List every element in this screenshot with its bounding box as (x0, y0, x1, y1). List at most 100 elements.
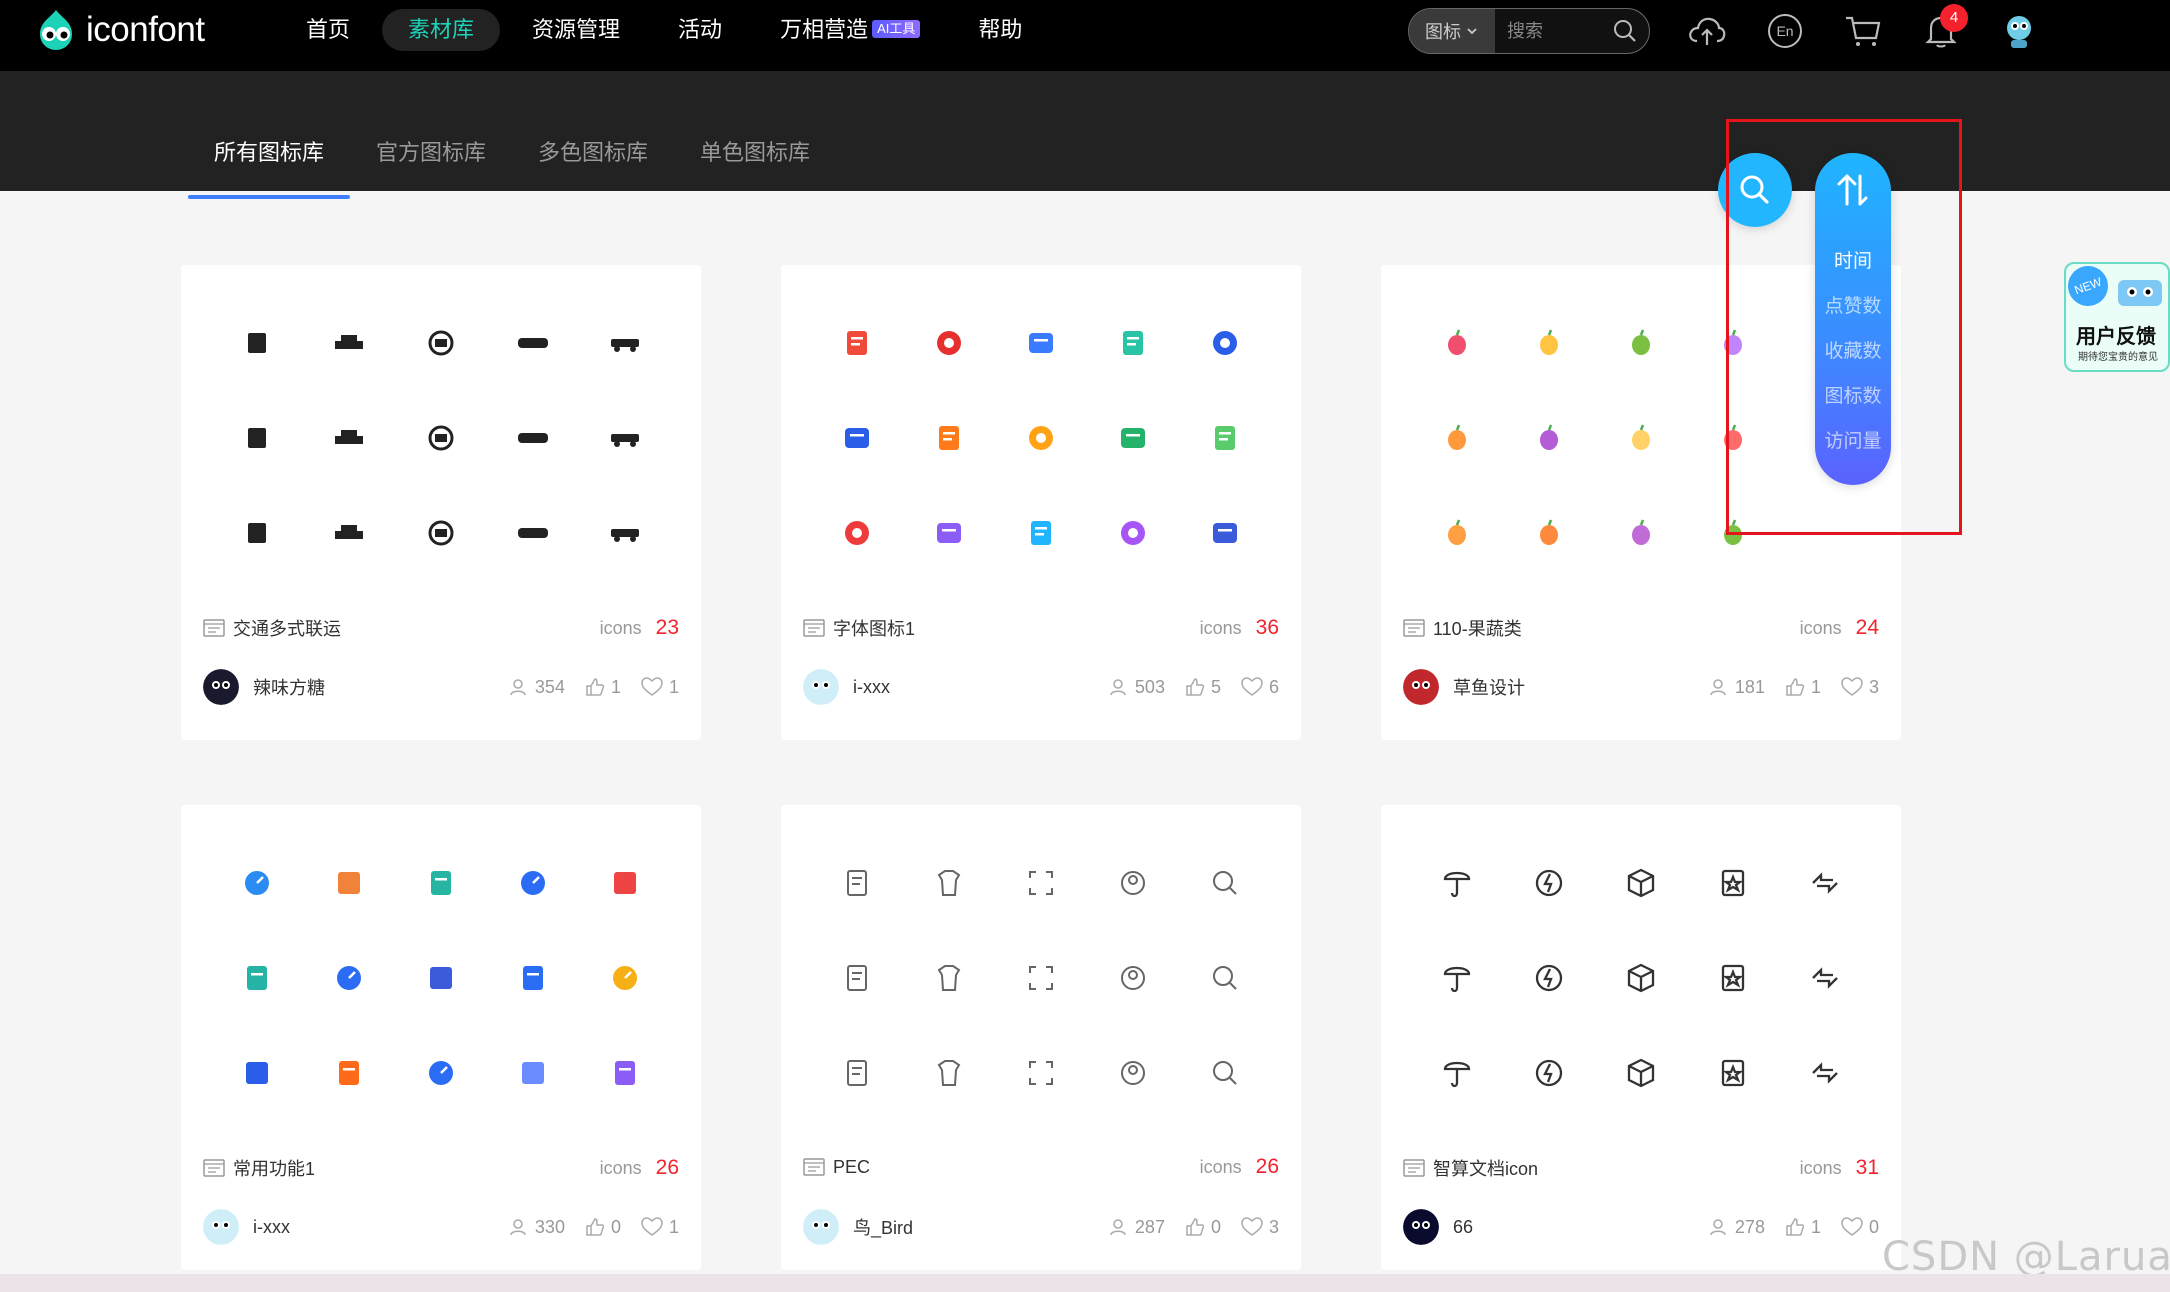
icon-preview-cell[interactable] (487, 390, 579, 485)
icon-preview-cell[interactable] (1179, 1025, 1271, 1120)
icon-preview-cell[interactable] (1179, 930, 1271, 1025)
likes-stat[interactable]: 1 (1785, 1217, 1821, 1238)
icon-preview-cell[interactable] (395, 390, 487, 485)
author-avatar[interactable] (803, 1209, 839, 1245)
icon-preview-cell[interactable] (579, 835, 671, 930)
author-avatar[interactable] (803, 669, 839, 705)
icon-preview-cell[interactable] (1411, 485, 1503, 580)
icon-preview-cell[interactable] (579, 390, 671, 485)
cart-icon[interactable] (1842, 10, 1884, 52)
icon-preview-cell[interactable] (211, 1025, 303, 1120)
likes-stat[interactable]: 0 (585, 1217, 621, 1238)
favorites-stat[interactable]: 6 (1241, 677, 1279, 698)
icon-preview-cell[interactable] (1779, 1025, 1871, 1120)
nav-item-wanxiang[interactable]: 万相营造 AI工具 (754, 9, 946, 51)
icon-preview-cell[interactable] (579, 930, 671, 1025)
likes-stat[interactable]: 5 (1185, 677, 1221, 698)
icon-preview-cell[interactable] (1595, 835, 1687, 930)
icon-preview-cell[interactable] (995, 295, 1087, 390)
likes-stat[interactable]: 1 (1785, 677, 1821, 698)
icon-preview-cell[interactable] (1779, 485, 1871, 580)
sort-option-visits[interactable]: 访问量 (1815, 419, 1891, 464)
icon-preview-cell[interactable] (303, 835, 395, 930)
nav-item-home[interactable]: 首页 (280, 9, 376, 51)
icon-preview-cell[interactable] (995, 485, 1087, 580)
icon-preview-cell[interactable] (811, 390, 903, 485)
likes-stat[interactable]: 0 (1185, 1217, 1221, 1238)
icon-preview-cell[interactable] (211, 390, 303, 485)
author-avatar[interactable] (1403, 669, 1439, 705)
icon-preview-cell[interactable] (811, 930, 903, 1025)
library-title[interactable]: 字体图标1 (833, 615, 1200, 641)
icon-library-card[interactable]: 常用功能1 icons 26 i-xxx 330 0 1 (181, 805, 701, 1270)
icon-preview-cell[interactable] (995, 930, 1087, 1025)
icon-preview-cell[interactable] (1087, 1025, 1179, 1120)
icon-preview-cell[interactable] (1087, 390, 1179, 485)
tab-official-libraries[interactable]: 官方图标库 (350, 135, 512, 185)
search-icon[interactable] (1607, 13, 1643, 49)
icon-preview-cell[interactable] (903, 295, 995, 390)
icon-preview-cell[interactable] (211, 295, 303, 390)
icon-preview-cell[interactable] (1779, 930, 1871, 1025)
icon-preview-cell[interactable] (995, 1025, 1087, 1120)
icon-preview-cell[interactable] (811, 295, 903, 390)
icon-preview-cell[interactable] (1503, 835, 1595, 930)
icon-preview-cell[interactable] (1179, 485, 1271, 580)
bell-icon[interactable]: 4 (1920, 4, 1968, 52)
icon-preview-cell[interactable] (1503, 930, 1595, 1025)
icon-preview-cell[interactable] (579, 1025, 671, 1120)
icon-preview-cell[interactable] (1411, 390, 1503, 485)
author-name[interactable]: 草鱼设计 (1453, 674, 1689, 700)
icon-preview-cell[interactable] (211, 930, 303, 1025)
icon-library-card[interactable]: 字体图标1 icons 36 i-xxx 503 5 6 (781, 265, 1301, 740)
icon-preview-cell[interactable] (1087, 485, 1179, 580)
icon-preview-cell[interactable] (395, 930, 487, 1025)
user-avatar[interactable] (1998, 10, 2040, 52)
icon-preview-cell[interactable] (1179, 835, 1271, 930)
upload-cloud-icon[interactable] (1686, 10, 1728, 52)
icon-preview-cell[interactable] (303, 485, 395, 580)
icon-preview-cell[interactable] (1687, 295, 1779, 390)
nav-item-help[interactable]: 帮助 (952, 9, 1048, 51)
icon-library-card[interactable]: 交通多式联运 icons 23 辣味方糖 354 1 1 (181, 265, 701, 740)
icon-preview-cell[interactable] (1595, 1025, 1687, 1120)
icon-preview-cell[interactable] (303, 930, 395, 1025)
icon-preview-cell[interactable] (395, 1025, 487, 1120)
icon-preview-cell[interactable] (303, 1025, 395, 1120)
likes-stat[interactable]: 1 (585, 677, 621, 698)
author-name[interactable]: 鸟_Bird (853, 1214, 1089, 1240)
icon-preview-cell[interactable] (903, 1025, 995, 1120)
icon-preview-cell[interactable] (1687, 835, 1779, 930)
author-name[interactable]: 辣味方糖 (253, 674, 489, 700)
author-avatar[interactable] (1403, 1209, 1439, 1245)
icon-preview-cell[interactable] (995, 390, 1087, 485)
icon-preview-cell[interactable] (1595, 295, 1687, 390)
icon-preview-cell[interactable] (303, 295, 395, 390)
icon-preview-cell[interactable] (211, 835, 303, 930)
search-type-select[interactable]: 图标 (1409, 9, 1495, 53)
search-input[interactable] (1495, 11, 1607, 51)
icon-library-card[interactable]: 智算文档icon icons 31 66 278 1 0 (1381, 805, 1901, 1270)
icon-preview-cell[interactable] (1687, 930, 1779, 1025)
sort-option-icon-count[interactable]: 图标数 (1815, 374, 1891, 419)
icon-preview-cell[interactable] (1687, 1025, 1779, 1120)
nav-item-resources[interactable]: 资源管理 (506, 9, 646, 51)
tab-monochrome-libraries[interactable]: 单色图标库 (674, 135, 836, 185)
sort-toggle-button[interactable] (1815, 153, 1891, 227)
library-title[interactable]: PEC (833, 1157, 1200, 1178)
sort-option-time[interactable]: 时间 (1815, 239, 1891, 284)
favorites-stat[interactable]: 3 (1241, 1217, 1279, 1238)
icon-preview-cell[interactable] (811, 485, 903, 580)
icon-preview-cell[interactable] (1087, 930, 1179, 1025)
nav-item-events[interactable]: 活动 (652, 9, 748, 51)
tab-multicolor-libraries[interactable]: 多色图标库 (512, 135, 674, 185)
library-title[interactable]: 交通多式联运 (233, 615, 600, 641)
icon-preview-cell[interactable] (579, 295, 671, 390)
icon-preview-cell[interactable] (995, 835, 1087, 930)
icon-preview-cell[interactable] (1503, 1025, 1595, 1120)
icon-preview-cell[interactable] (1411, 835, 1503, 930)
icon-preview-cell[interactable] (1179, 390, 1271, 485)
icon-preview-cell[interactable] (1595, 485, 1687, 580)
author-name[interactable]: i-xxx (853, 677, 1089, 698)
icon-preview-cell[interactable] (395, 835, 487, 930)
